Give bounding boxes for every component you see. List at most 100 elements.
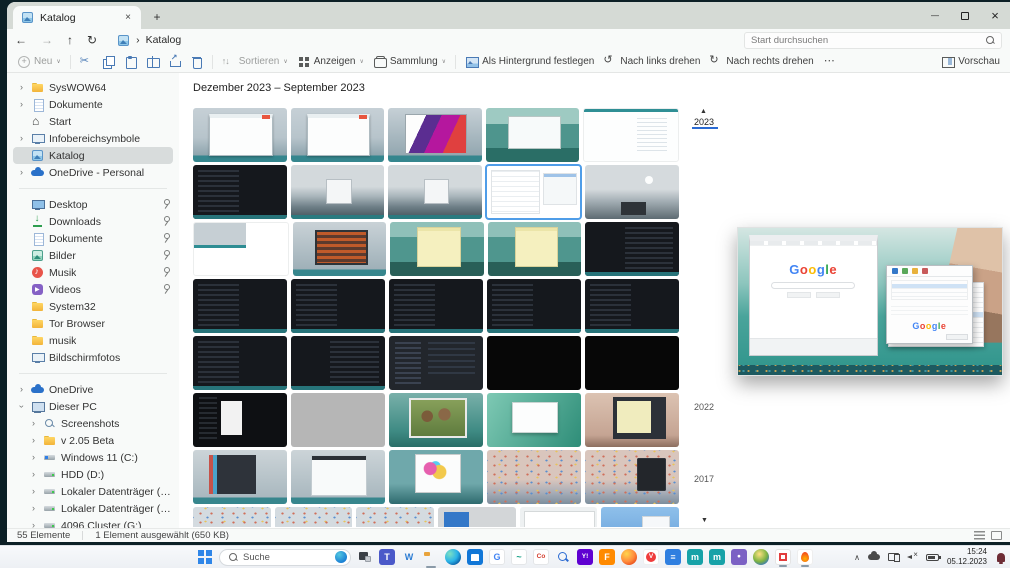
sysspot-icon[interactable]: ≡ xyxy=(665,549,681,565)
notification-bell-icon[interactable] xyxy=(997,552,1005,564)
breadcrumb[interactable]: › Katalog xyxy=(117,34,181,47)
view-button[interactable]: Anzeigen ∨ xyxy=(297,55,364,68)
color-sphere-icon[interactable] xyxy=(753,549,769,565)
photo-thumbnail-dogs[interactable] xyxy=(389,393,483,447)
tab-katalog[interactable]: Katalog xyxy=(13,6,141,29)
photo-thumbnail-terminal[interactable] xyxy=(193,336,287,390)
tab-close-icon[interactable] xyxy=(121,11,135,25)
more-options-icon[interactable] xyxy=(823,54,836,68)
photo-thumbnail-teal-note[interactable] xyxy=(390,222,484,276)
expand-chevron-icon[interactable]: › xyxy=(17,385,26,394)
teams-icon[interactable]: T xyxy=(379,549,395,565)
paste-icon[interactable] xyxy=(124,55,137,69)
photo-thumbnail-icons-light[interactable] xyxy=(274,507,353,527)
timeline-year-2022[interactable]: 2022 xyxy=(694,402,714,412)
photo-thumbnail-terminal[interactable] xyxy=(291,279,385,333)
photo-thumbnail-paint-dark[interactable] xyxy=(193,450,287,504)
timeline-year-2023[interactable]: 2023 xyxy=(691,117,719,129)
photo-thumbnail-teal-note[interactable] xyxy=(487,222,582,276)
photo-thumbnail-icons-sunset[interactable] xyxy=(487,450,581,504)
sidebar-item-dieser-pc[interactable]: › Dieser PC xyxy=(13,398,173,415)
photo-thumbnail-teal-settings[interactable] xyxy=(485,108,580,162)
edge-icon[interactable] xyxy=(445,549,461,565)
photo-thumbnail-terminal2[interactable] xyxy=(291,336,385,390)
delete-icon[interactable] xyxy=(190,55,203,69)
red-box-icon[interactable] xyxy=(775,549,791,567)
photo-thumbnail-terminal2[interactable] xyxy=(585,222,679,276)
sort-button[interactable]: Sortieren ∨ xyxy=(222,55,288,68)
sidebar-item-start[interactable]: Start xyxy=(13,113,173,130)
cut-icon[interactable] xyxy=(80,54,93,68)
expand-chevron-icon[interactable]: › xyxy=(29,436,38,445)
expand-chevron-icon[interactable]: › xyxy=(17,83,26,92)
sidebar-item-videos[interactable]: Videos xyxy=(13,281,173,298)
photo-thumbnail-blue-sky[interactable] xyxy=(601,507,679,527)
files-m-icon[interactable]: m xyxy=(687,549,703,565)
sidebar-item-screenshots[interactable]: › Screenshots xyxy=(13,415,173,432)
vivaldi-icon[interactable]: V xyxy=(643,549,659,565)
sidebar-item-katalog[interactable]: Katalog xyxy=(13,147,173,164)
photo-thumbnail-black[interactable] xyxy=(585,336,679,390)
photo-thumbnail-draw-pink[interactable] xyxy=(585,393,679,447)
store-icon[interactable] xyxy=(467,549,483,565)
sidebar-item-lokaler-datentr-ger-f[interactable]: › Lokaler Datenträger (F:) xyxy=(13,500,173,517)
photo-thumbnail-dark-doc[interactable] xyxy=(193,393,287,447)
photo-thumbnail-paint-doodle[interactable] xyxy=(389,450,483,504)
sidebar-item-dokumente[interactable]: Dokumente xyxy=(13,230,173,247)
photo-thumbnail-purple-2024[interactable] xyxy=(388,108,482,162)
expand-chevron-icon[interactable]: › xyxy=(29,487,38,496)
photo-thumbnail-terminal[interactable] xyxy=(193,165,287,219)
scroll-down-icon[interactable]: ▼ xyxy=(701,517,708,524)
sidebar-item-4096-cluster-g[interactable]: › 4096 Cluster (G:) xyxy=(13,517,173,528)
onedrive-tray-icon[interactable] xyxy=(867,551,880,560)
sidebar-item-musik[interactable]: Musik xyxy=(13,264,173,281)
sidebar-item-v-2-05-beta[interactable]: › v 2.05 Beta xyxy=(13,432,173,449)
photo-thumbnail-terminal[interactable] xyxy=(585,279,679,333)
photo-thumbnail-terminal[interactable] xyxy=(193,279,287,333)
minimize-button[interactable] xyxy=(920,2,950,29)
expand-chevron-icon[interactable]: › xyxy=(29,453,38,462)
search-input[interactable]: Start durchsuchen xyxy=(744,31,1002,49)
sidebar-item-bildschirmfotos[interactable]: Bildschirmfotos xyxy=(13,349,173,366)
com-app-icon[interactable]: Co xyxy=(533,549,549,565)
timeline-scrollbar[interactable]: ▲ 2023 2022 2017 ▼ xyxy=(691,108,721,524)
sidebar-item-onedrive-personal[interactable]: › OneDrive - Personal xyxy=(13,164,173,181)
expand-chevron-icon[interactable]: › xyxy=(29,504,38,513)
word-icon[interactable]: W xyxy=(401,549,417,565)
expand-chevron-icon[interactable]: › xyxy=(29,521,38,529)
sidebar-item-system32[interactable]: System32 xyxy=(13,298,173,315)
photo-thumbnail-google-selected[interactable] xyxy=(484,164,583,220)
sidebar-item-hdd-d[interactable]: › HDD (D:) xyxy=(13,466,173,483)
photo-thumbnail-start-sunset[interactable] xyxy=(585,450,679,504)
details-view-icon[interactable] xyxy=(974,531,985,540)
photo-thumbnail-terminal[interactable] xyxy=(389,279,483,333)
google-app-icon[interactable]: G xyxy=(489,549,505,565)
yahoo-icon[interactable]: Y! xyxy=(577,549,593,565)
photo-thumbnail-gray-card[interactable] xyxy=(438,507,516,527)
battery-icon[interactable] xyxy=(925,553,941,561)
collection-button[interactable]: Sammlung ∨ xyxy=(373,55,446,68)
flame-icon[interactable] xyxy=(797,549,813,567)
photo-thumbnail-misty-dialog[interactable] xyxy=(290,165,385,219)
share-icon[interactable] xyxy=(168,53,181,68)
photo-thumbnail-win-light[interactable] xyxy=(290,108,385,162)
purple-app-icon[interactable]: ● xyxy=(731,549,747,565)
wave-app-icon[interactable]: ~ xyxy=(511,549,527,565)
expand-chevron-icon[interactable]: › xyxy=(29,470,38,479)
up-button[interactable]: ↑ xyxy=(67,34,73,46)
task-view-icon[interactable] xyxy=(357,549,373,565)
file-explorer-icon[interactable] xyxy=(423,549,439,568)
hidden-icons-chevron[interactable]: ∧ xyxy=(854,553,860,562)
clock[interactable]: 15:24 05.12.2023 xyxy=(947,547,987,566)
search-app-icon[interactable] xyxy=(555,549,571,565)
sidebar-item-syswow64[interactable]: › SysWOW64 xyxy=(13,79,173,96)
photo-thumbnail-explorer-dark[interactable] xyxy=(389,336,483,390)
close-button[interactable] xyxy=(980,2,1010,29)
sidebar-item-infobereichsymbole[interactable]: › Infobereichsymbole xyxy=(13,130,173,147)
photo-thumbnail-misty-dialog[interactable] xyxy=(388,165,482,219)
photo-thumbnail-install-white[interactable] xyxy=(519,507,598,527)
rename-icon[interactable] xyxy=(146,55,160,68)
photo-thumbnail-dialog-light[interactable] xyxy=(291,450,385,504)
scroll-up-icon[interactable]: ▲ xyxy=(700,108,707,115)
copy-icon[interactable] xyxy=(102,55,115,69)
